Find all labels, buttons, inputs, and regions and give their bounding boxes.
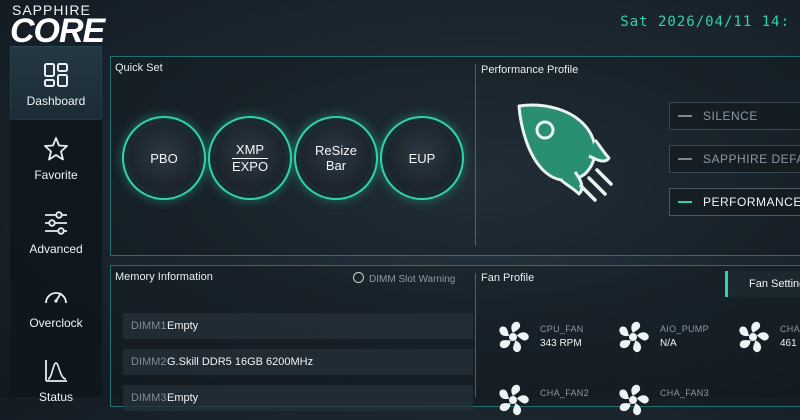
fan-value: N/A — [660, 338, 677, 349]
sidebar-item-overclock[interactable]: Overclock — [10, 268, 102, 342]
resize-bar-label: ReSize Bar — [315, 143, 357, 173]
chart-icon — [45, 360, 67, 382]
xmp-expo-label: XMP EXPO — [231, 142, 269, 174]
memory-information-title: Memory Information — [115, 271, 213, 283]
fan-name: CPU_FAN — [540, 324, 584, 334]
sidebar-item-label: Overclock — [29, 316, 83, 330]
eup-button[interactable]: EUP — [386, 122, 458, 194]
dimm-value: Empty — [167, 320, 199, 332]
dimm-slot-label: DIMM1 — [131, 320, 167, 332]
profile-option-performance[interactable]: PERFORMANCE — [669, 188, 800, 216]
bar-label: Bar — [325, 158, 347, 173]
sidebar-item-label: Status — [38, 390, 74, 404]
panel-divider — [475, 273, 476, 397]
fan-icon — [499, 321, 529, 353]
sidebar-item-label: Favorite — [34, 168, 78, 182]
fan-name: AIO_PUMP — [660, 324, 709, 334]
pbo-button[interactable]: PBO — [128, 122, 200, 194]
option-label: SAPPHIRE DEFAULT — [703, 152, 800, 166]
dashboard-icon — [44, 63, 68, 87]
sidebar-item-label: Advanced — [29, 242, 83, 256]
option-label: PERFORMANCE — [703, 195, 800, 209]
fan-name: CHA_FAN1 — [780, 324, 800, 334]
resize-label: ReSize — [315, 143, 357, 158]
xmp-expo-button[interactable]: XMP EXPO — [214, 122, 286, 194]
option-indicator — [678, 158, 692, 160]
sliders-icon — [45, 211, 67, 235]
sidebar-item-dashboard[interactable]: Dashboard — [10, 46, 102, 120]
dimm-slot-warning[interactable]: DIMM Slot Warning — [353, 272, 455, 285]
performance-profile-title: Performance Profile — [481, 64, 579, 76]
eup-label: EUP — [408, 150, 436, 166]
fan-setting-button[interactable]: Fan Setting — [725, 271, 800, 297]
dimm-slot-label: DIMM2 — [131, 356, 167, 368]
dimm-slot-label: DIMM3 — [131, 392, 167, 404]
gauge-icon — [45, 292, 67, 304]
option-label: SILENCE — [703, 109, 758, 123]
dimm-row: DIMM2 G.Skill DDR5 16GB 6200MHz — [123, 349, 473, 375]
option-indicator — [678, 201, 692, 203]
resize-bar-button[interactable]: ReSize Bar — [300, 122, 372, 194]
dimm-row: DIMM1 Empty — [123, 313, 473, 339]
profile-option-sapphire-default[interactable]: SAPPHIRE DEFAULT — [669, 145, 800, 173]
fan-icon — [619, 384, 649, 416]
fan-icon — [619, 321, 649, 353]
dimm-row: DIMM3 Empty — [123, 385, 473, 411]
fan-value: 343 RPM — [540, 338, 582, 349]
expo-label: EXPO — [231, 159, 269, 174]
rocket-icon — [517, 103, 613, 202]
panel-divider — [475, 64, 476, 246]
sidebar-item-favorite[interactable]: Favorite — [10, 120, 102, 194]
fan-setting-label: Fan Setting — [749, 278, 800, 290]
star-icon — [44, 137, 68, 161]
dimm-value: Empty — [167, 392, 199, 404]
fan-icon — [499, 384, 529, 416]
sidebar-item-advanced[interactable]: Advanced — [10, 194, 102, 268]
sidebar-item-label: Dashboard — [26, 94, 86, 108]
fan-profile-title: Fan Profile — [481, 272, 535, 284]
sapphire-core-logo: SAPPHIRE CORE — [10, 2, 150, 50]
option-indicator — [678, 115, 692, 117]
fan-value: 461 — [780, 338, 797, 349]
dimm-warning-label: DIMM Slot Warning — [369, 274, 456, 285]
radio-icon — [353, 272, 364, 283]
dimm-value: G.Skill DDR5 16GB 6200MHz — [167, 356, 314, 368]
sidebar: Dashboard Favorite Advanced Overclock St… — [10, 46, 102, 404]
profile-option-silence[interactable]: SILENCE — [669, 102, 800, 130]
datetime-display: Sat 2026/04/11 14: — [620, 14, 790, 30]
pbo-label: PBO — [150, 150, 178, 166]
xmp-label: XMP — [231, 142, 269, 159]
quickset-title: Quick Set — [115, 62, 163, 74]
fan-icon — [739, 321, 769, 353]
sidebar-item-status[interactable]: Status — [10, 342, 102, 416]
